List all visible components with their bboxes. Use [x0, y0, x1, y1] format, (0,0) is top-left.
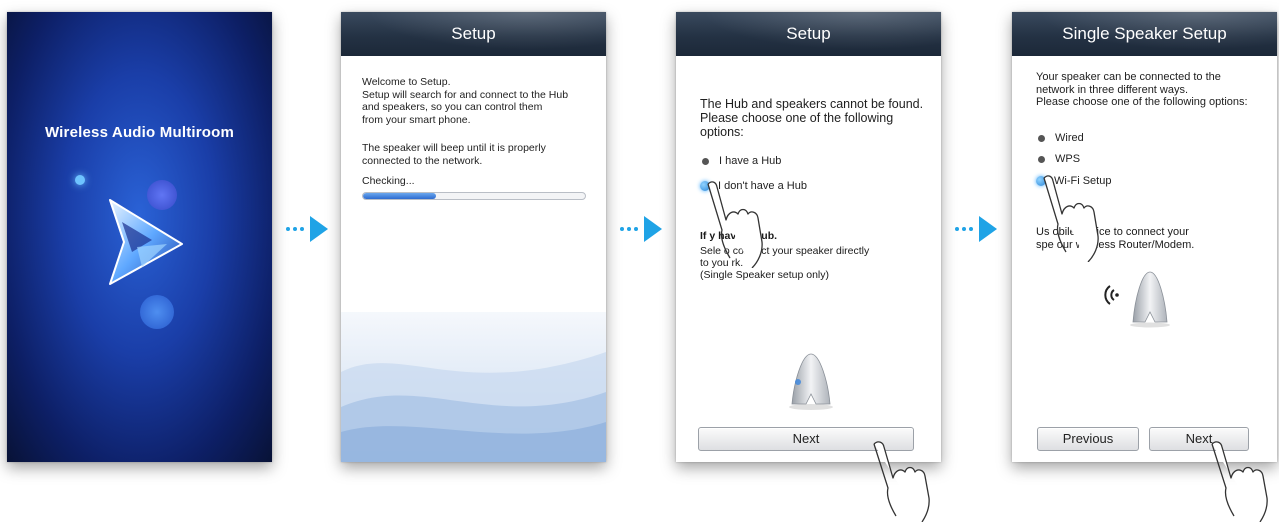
radio-icon[interactable] [702, 157, 709, 165]
pointing-hand-icon [707, 181, 763, 268]
title-bar: Setup [341, 12, 606, 56]
progress-fill [363, 193, 437, 199]
speaker-icon [789, 353, 833, 410]
app-logo-icon [109, 199, 183, 285]
pointing-hand-icon [873, 441, 930, 522]
pointing-hand-icon [1211, 441, 1268, 522]
welcome-text: Welcome to Setup. Setup will search for … [362, 76, 569, 126]
status-text: Checking... [362, 175, 415, 187]
splash-screen: Wireless Audio Multiroom [7, 12, 272, 462]
previous-button[interactable]: Previous [1037, 427, 1139, 451]
decor-orb [140, 295, 174, 329]
pointing-hand-icon [1043, 175, 1099, 262]
setup-checking-screen: Setup Welcome to Setup. Setup will searc… [341, 12, 606, 462]
wifi-speaker-icon [1104, 271, 1170, 328]
option-wps[interactable]: WPS [1036, 151, 1080, 167]
radio-icon[interactable] [1038, 134, 1045, 142]
not-found-message: The Hub and speakers cannot be found. Pl… [700, 97, 924, 139]
title-bar: Setup [676, 12, 941, 56]
decor-orb [75, 175, 85, 185]
option-wired[interactable]: Wired [1036, 130, 1084, 146]
progress-bar [362, 192, 586, 200]
flow-arrow-icon [286, 216, 330, 242]
beep-text: The speaker will beep until it is proper… [362, 142, 546, 167]
flow-arrow-icon [955, 216, 999, 242]
radio-icon[interactable] [1038, 155, 1045, 163]
wave-background [341, 312, 606, 462]
app-title: Wireless Audio Multiroom [44, 124, 235, 141]
option-have-hub[interactable]: I have a Hub [700, 153, 781, 169]
flow-arrow-icon [620, 216, 664, 242]
title-bar: Single Speaker Setup [1012, 12, 1277, 56]
ways-message: Your speaker can be connected to the net… [1036, 71, 1248, 108]
